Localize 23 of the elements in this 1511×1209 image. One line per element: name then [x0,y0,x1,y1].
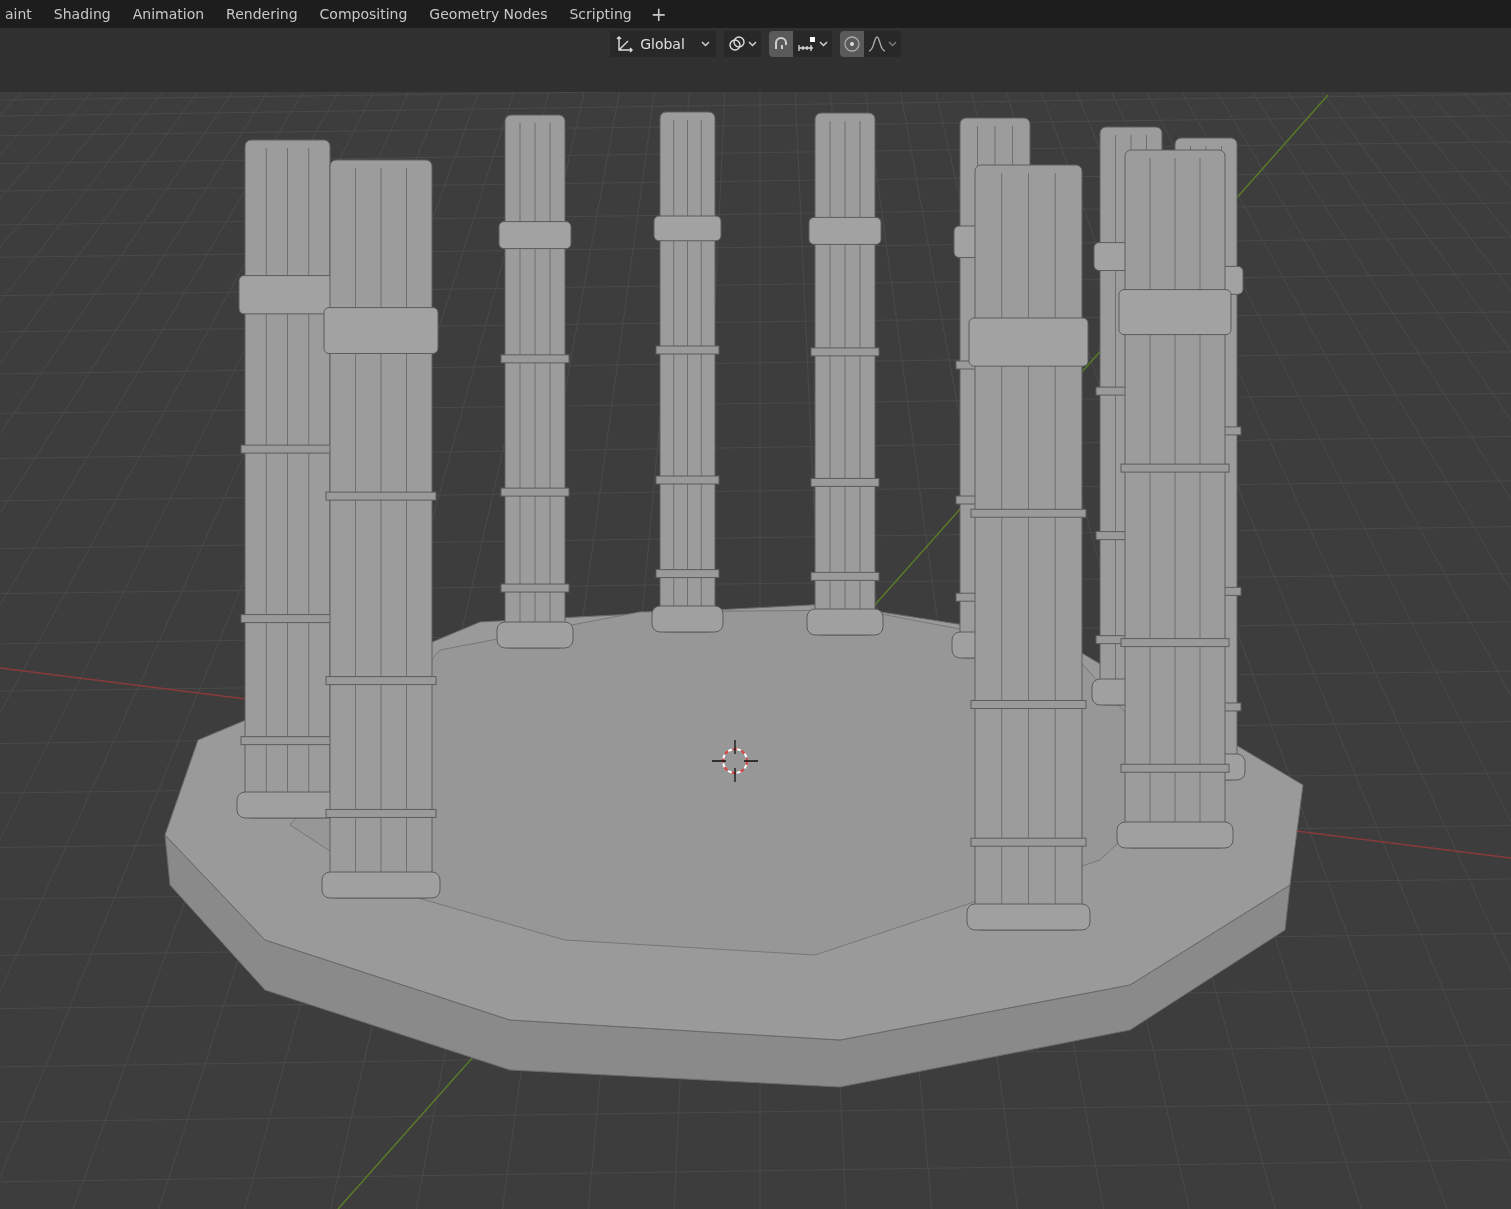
target-circle-icon [842,35,861,53]
transform-orientation-dropdown[interactable]: Global [610,31,716,57]
snap-toggle[interactable] [768,31,793,57]
workspace-tab[interactable]: Compositing [308,2,419,26]
link-rings-icon [727,35,746,53]
add-workspace-button[interactable]: + [642,3,675,25]
caret-icon [818,41,828,47]
workspace-tab[interactable]: Scripting [558,2,643,26]
workspace-tab[interactable]: aint [0,2,43,26]
increment-icon [796,36,817,52]
3d-cursor-icon [711,739,759,783]
caret-icon [887,41,897,47]
workspace-tab[interactable]: Rendering [215,2,309,26]
falloff-curve-icon [867,35,886,53]
workspace-tab[interactable]: Geometry Nodes [418,2,559,26]
workspace-tab[interactable]: Shading [42,2,122,26]
3d-viewport[interactable] [0,92,1511,1209]
caret-icon [700,41,710,47]
axes-icon [616,35,635,53]
caret-icon [747,41,757,47]
pivot-point-button[interactable] [723,31,761,57]
workspace-tab[interactable]: Animation [121,2,216,26]
proportional-editing-toggle[interactable] [839,31,864,57]
